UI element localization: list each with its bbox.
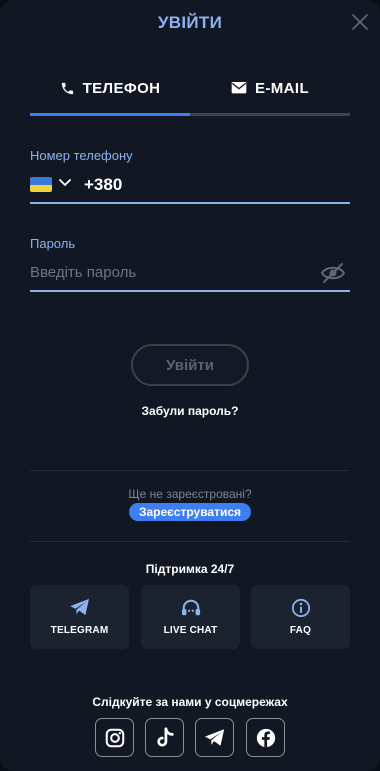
support-live-chat-label: LIVE CHAT	[163, 625, 218, 636]
ukraine-flag-icon[interactable]	[30, 177, 52, 192]
tab-email-indicator	[190, 113, 350, 116]
login-button[interactable]: Увійти	[131, 344, 249, 386]
instagram-icon	[105, 728, 124, 747]
password-label: Пароль	[30, 236, 76, 251]
envelope-icon	[231, 82, 247, 94]
phone-label: Номер телефону	[30, 148, 133, 163]
forgot-password-link[interactable]: Забули пароль?	[0, 404, 380, 418]
telegram-social-button[interactable]	[195, 718, 234, 757]
tab-phone-label: ТЕЛЕФОН	[82, 80, 161, 97]
info-icon	[291, 598, 310, 618]
phone-field	[30, 170, 350, 204]
divider	[30, 470, 350, 471]
phone-input[interactable]	[84, 175, 324, 195]
login-method-tabs: ТЕЛЕФОН E-MAIL	[30, 68, 350, 116]
telegram-icon	[69, 598, 89, 616]
facebook-icon	[256, 728, 275, 747]
chevron-down-icon[interactable]	[59, 179, 71, 187]
not-registered-text: Ще не зареєстровані?	[128, 487, 252, 501]
tab-email[interactable]: E-MAIL	[190, 68, 350, 116]
instagram-button[interactable]	[95, 718, 134, 757]
login-modal: УВІЙТИ ТЕЛЕФОН E-MAIL Номер телефону +38…	[0, 0, 380, 771]
facebook-button[interactable]	[246, 718, 285, 757]
social-title: Слідкуйте за нами у соцмережах	[92, 695, 288, 709]
telegram-icon	[204, 729, 224, 746]
phone-icon	[61, 82, 73, 95]
tiktok-icon	[156, 727, 174, 747]
password-input[interactable]	[30, 264, 310, 281]
password-field	[30, 258, 350, 292]
eye-hidden-icon[interactable]	[320, 262, 346, 284]
support-telegram-button[interactable]: TELEGRAM	[30, 585, 129, 649]
register-button[interactable]: Зареєструватися	[129, 503, 251, 521]
tab-phone-indicator	[30, 113, 190, 116]
divider	[30, 541, 350, 542]
support-title: Підтримка 24/7	[145, 562, 235, 576]
support-faq-label: FAQ	[289, 625, 312, 636]
close-icon[interactable]	[350, 12, 370, 32]
modal-header: УВІЙТИ	[0, 0, 380, 46]
support-telegram-label: TELEGRAM	[50, 625, 109, 636]
support-faq-button[interactable]: FAQ	[251, 585, 350, 649]
headset-icon	[181, 599, 200, 616]
tab-phone[interactable]: ТЕЛЕФОН	[30, 68, 190, 116]
tiktok-button[interactable]	[145, 718, 184, 757]
support-live-chat-button[interactable]: LIVE CHAT	[141, 585, 240, 649]
modal-title: УВІЙТИ	[157, 13, 223, 32]
tab-email-label: E-MAIL	[254, 80, 310, 97]
